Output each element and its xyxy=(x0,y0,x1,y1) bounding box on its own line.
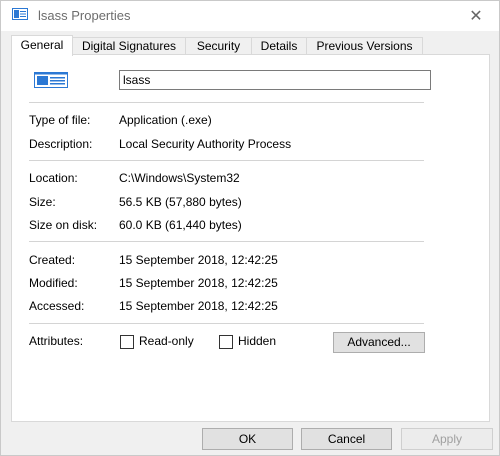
read-only-label[interactable]: Read-only xyxy=(139,334,194,348)
modified-value: 15 September 2018, 12:42:25 xyxy=(119,276,278,290)
advanced-button[interactable]: Advanced... xyxy=(333,332,425,353)
title-bar[interactable]: lsass Properties ✕ xyxy=(1,1,499,31)
size-value: 56.5 KB (57,880 bytes) xyxy=(119,195,242,209)
description-label: Description: xyxy=(29,137,93,151)
tab-digital-signatures[interactable]: Digital Signatures xyxy=(72,37,186,55)
cancel-button[interactable]: Cancel xyxy=(301,428,392,450)
close-button[interactable]: ✕ xyxy=(453,1,499,31)
location-value: C:\Windows\System32 xyxy=(119,171,240,185)
hidden-label[interactable]: Hidden xyxy=(238,334,276,348)
modified-label: Modified: xyxy=(29,276,78,290)
read-only-checkbox[interactable] xyxy=(120,335,134,349)
location-label: Location: xyxy=(29,171,78,185)
created-label: Created: xyxy=(29,253,76,267)
created-value: 15 September 2018, 12:42:25 xyxy=(119,253,278,267)
size-on-disk-label: Size on disk: xyxy=(29,218,98,232)
properties-window-icon xyxy=(12,8,28,20)
tab-previous-versions[interactable]: Previous Versions xyxy=(306,37,423,55)
close-icon: ✕ xyxy=(469,8,483,25)
properties-dialog: lsass Properties ✕ General Digital Signa… xyxy=(0,0,500,456)
general-tab-panel: Type of file: Application (.exe) Descrip… xyxy=(11,54,490,422)
file-name-input[interactable] xyxy=(119,70,431,90)
size-on-disk-value: 60.0 KB (61,440 bytes) xyxy=(119,218,242,232)
hidden-checkbox[interactable] xyxy=(219,335,233,349)
description-value: Local Security Authority Process xyxy=(119,137,292,151)
separator xyxy=(29,323,424,324)
application-file-icon xyxy=(34,72,68,88)
separator xyxy=(29,102,424,103)
apply-button[interactable]: Apply xyxy=(401,428,493,450)
type-of-file-label: Type of file: xyxy=(29,113,91,127)
tab-security[interactable]: Security xyxy=(185,37,252,55)
size-label: Size: xyxy=(29,195,56,209)
accessed-value: 15 September 2018, 12:42:25 xyxy=(119,299,278,313)
tab-general[interactable]: General xyxy=(11,35,73,56)
accessed-label: Accessed: xyxy=(29,299,85,313)
attributes-label: Attributes: xyxy=(29,334,84,348)
ok-button[interactable]: OK xyxy=(202,428,293,450)
type-of-file-value: Application (.exe) xyxy=(119,113,212,127)
separator xyxy=(29,160,424,161)
separator xyxy=(29,241,424,242)
window-title: lsass Properties xyxy=(38,8,131,23)
tab-details[interactable]: Details xyxy=(251,37,307,55)
